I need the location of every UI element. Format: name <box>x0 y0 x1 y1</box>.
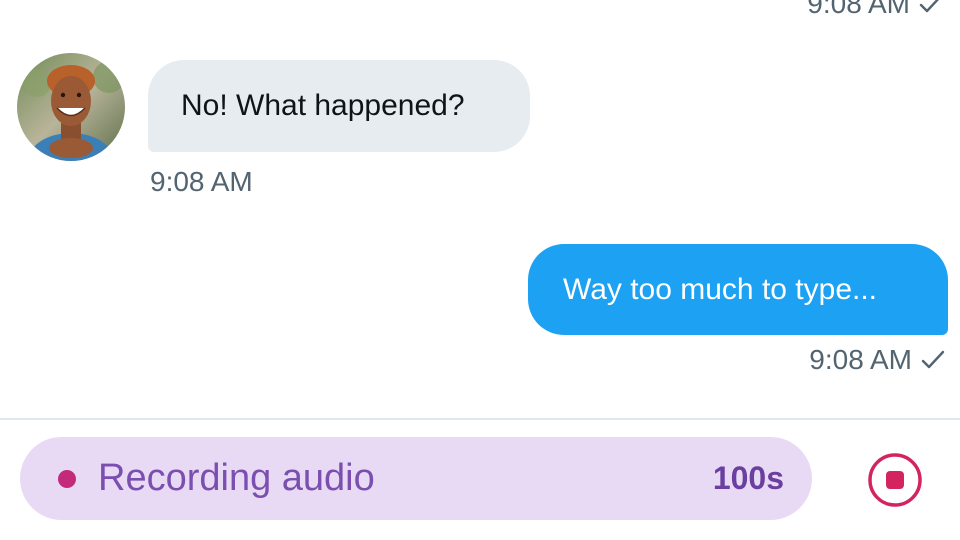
avatar-image <box>17 53 125 161</box>
recording-dot-icon <box>58 469 76 488</box>
check-icon <box>918 0 944 15</box>
composer-divider <box>0 418 960 420</box>
stop-recording-button[interactable] <box>867 452 923 508</box>
incoming-message-time: 9:08 AM <box>150 166 253 197</box>
recording-duration: 100s <box>712 460 784 496</box>
recording-label: Recording audio <box>98 457 375 499</box>
message-time: 9:08 AM <box>807 0 910 19</box>
message-text: Way too much to type... <box>563 272 878 306</box>
check-icon <box>920 349 946 371</box>
outgoing-message-bubble[interactable]: Way too much to type... <box>528 244 948 335</box>
avatar[interactable] <box>17 53 125 161</box>
incoming-message-bubble[interactable]: No! What happened? <box>148 60 530 152</box>
message-meta-previous: 9:08 AM <box>807 0 944 20</box>
message-time: 9:08 AM <box>809 344 912 375</box>
stop-icon <box>868 453 922 507</box>
conversation-screen: 9:08 AM No! What happened? 9:08 AM Way t… <box>0 0 960 540</box>
outgoing-message-meta: 9:08 AM <box>809 344 946 376</box>
message-text: No! What happened? <box>181 89 465 122</box>
recording-indicator: Recording audio 100s <box>20 437 812 520</box>
